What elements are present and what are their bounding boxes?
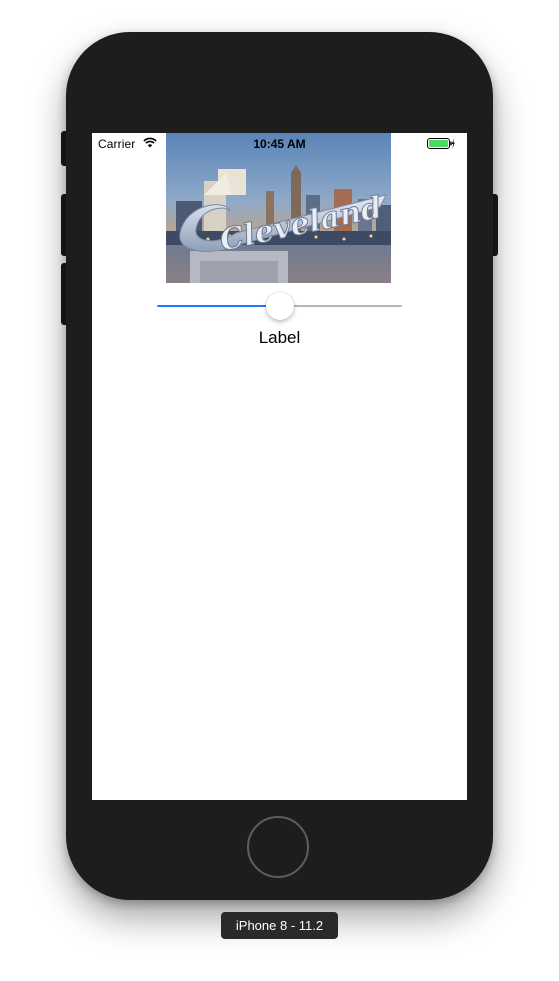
slider-thumb[interactable] bbox=[265, 292, 294, 320]
status-time: 10:45 AM bbox=[253, 137, 306, 151]
battery-charging-icon bbox=[427, 138, 455, 149]
status-bar: Carrier 10:45 AM bbox=[92, 133, 467, 153]
city-image: Cleveland bbox=[166, 133, 391, 283]
device-screen: Cleveland Carrier 10:45 AM Label bbox=[92, 133, 467, 800]
value-slider[interactable] bbox=[157, 291, 402, 321]
home-button[interactable] bbox=[247, 816, 309, 878]
slider-min-track bbox=[157, 305, 280, 307]
device-model-caption: iPhone 8 - 11.2 bbox=[221, 912, 338, 939]
simulator-stage: Cleveland Carrier 10:45 AM Label iPhone … bbox=[0, 0, 559, 981]
slider-max-track bbox=[279, 305, 402, 307]
value-label: Label bbox=[258, 328, 301, 347]
